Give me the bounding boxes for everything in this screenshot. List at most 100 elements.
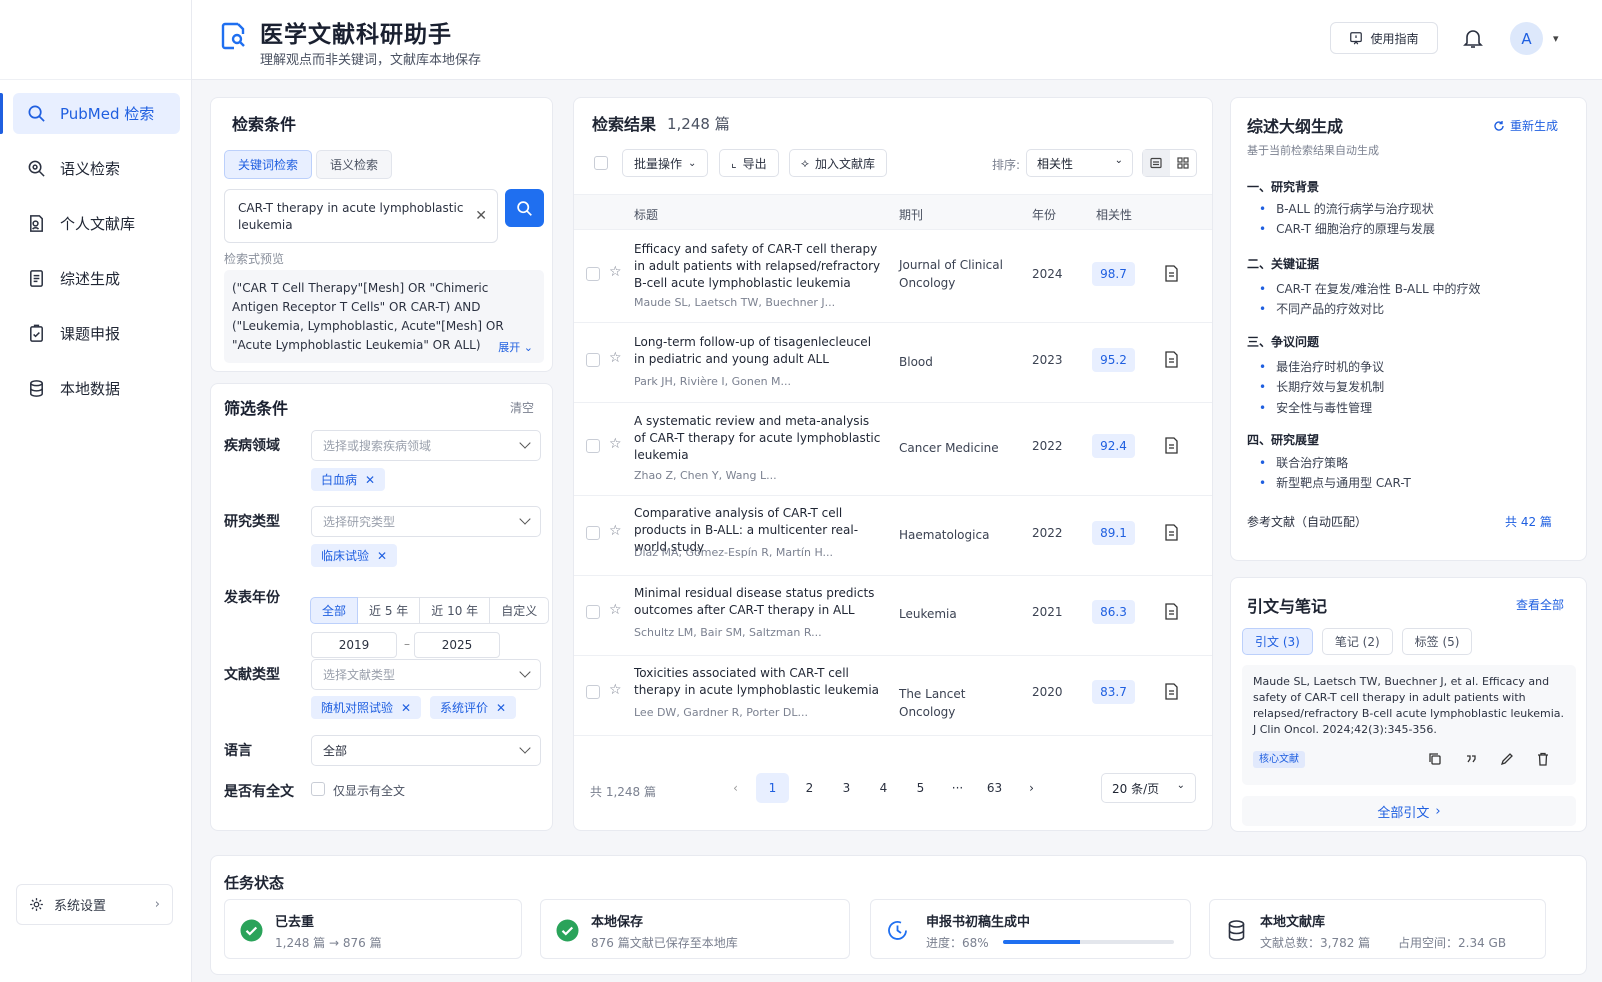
header: 医学文献科研助手 理解观点而非关键词，文献库本地保存 使用指南 A ▾ bbox=[192, 0, 1602, 80]
page-button[interactable]: 2 bbox=[793, 773, 826, 803]
query-preview: ("CAR T Cell Therapy"[Mesh] OR "Chimeric… bbox=[224, 270, 544, 363]
view-all-link[interactable]: 查看全部 bbox=[1516, 596, 1564, 613]
edit-icon[interactable] bbox=[1500, 752, 1514, 766]
tab-semantic-search[interactable]: 语义检索 bbox=[316, 150, 393, 179]
row-checkbox[interactable] bbox=[586, 605, 600, 619]
document-icon[interactable] bbox=[1164, 603, 1179, 620]
page-button[interactable]: 3 bbox=[830, 773, 863, 803]
outline-section: 四、研究展望 bbox=[1247, 433, 1320, 447]
tab-keyword-search[interactable]: 关键词检索 bbox=[224, 150, 313, 179]
page-button[interactable]: 1 bbox=[756, 773, 789, 803]
table-row[interactable]: ☆ A systematic review and meta-analysis … bbox=[574, 403, 1212, 496]
prev-page-icon[interactable]: ‹ bbox=[719, 773, 752, 803]
sidebar-item-semantic-search[interactable]: 语义检索 bbox=[13, 148, 180, 189]
avatar[interactable]: A bbox=[1510, 22, 1543, 55]
year-option-10[interactable]: 近 10 年 bbox=[419, 597, 491, 624]
row-checkbox[interactable] bbox=[586, 526, 600, 540]
sidebar-item-pubmed-search[interactable]: PubMed 检索 bbox=[0, 93, 180, 134]
sidebar-item-local-data[interactable]: 本地数据 bbox=[13, 368, 180, 409]
chevron-down-icon[interactable]: ▾ bbox=[1553, 32, 1559, 45]
settings-button[interactable]: 系统设置 › bbox=[16, 884, 173, 925]
star-icon[interactable]: ☆ bbox=[609, 436, 622, 452]
add-to-library-button[interactable]: ⟡ 加入文献库 bbox=[789, 149, 887, 177]
year-label: 发表年份 bbox=[224, 590, 280, 606]
close-icon[interactable]: ✕ bbox=[365, 473, 375, 487]
star-icon[interactable]: ☆ bbox=[609, 350, 622, 366]
row-title[interactable]: Efficacy and safety of CAR-T cell therap… bbox=[634, 241, 884, 292]
export-button[interactable]: ⌞ 导出 bbox=[719, 149, 779, 177]
close-icon[interactable]: ✕ bbox=[496, 701, 506, 715]
quote-icon[interactable] bbox=[1464, 752, 1478, 766]
clear-filters-link[interactable]: 清空 bbox=[510, 399, 534, 416]
year-to-input[interactable]: 2025 bbox=[414, 632, 500, 658]
all-citations-button[interactable]: 全部引文 › bbox=[1242, 796, 1576, 826]
document-icon[interactable] bbox=[1164, 437, 1179, 454]
row-title[interactable]: Toxicities associated with CAR-T cell th… bbox=[634, 665, 884, 699]
per-page-select[interactable]: 20 条/页 ⌄ bbox=[1101, 773, 1196, 803]
year-option-5[interactable]: 近 5 年 bbox=[357, 597, 421, 624]
page-button[interactable]: 5 bbox=[904, 773, 937, 803]
list-view-icon[interactable] bbox=[1143, 150, 1170, 176]
regenerate-button[interactable]: 重新生成 bbox=[1493, 117, 1558, 134]
row-checkbox[interactable] bbox=[586, 267, 600, 281]
document-icon[interactable] bbox=[1164, 351, 1179, 368]
page-button[interactable]: 4 bbox=[867, 773, 900, 803]
study-type-select[interactable]: 选择研究类型 bbox=[311, 506, 541, 537]
search-input[interactable]: CAR-T therapy in acute lymphoblastic leu… bbox=[224, 189, 498, 243]
document-icon[interactable] bbox=[1164, 524, 1179, 541]
select-all-checkbox[interactable] bbox=[594, 156, 608, 170]
task-detail: 1,248 篇 → 876 篇 bbox=[275, 936, 382, 950]
task-extra: 占用空间：2.34 GB bbox=[1398, 936, 1507, 950]
star-icon[interactable]: ☆ bbox=[609, 264, 622, 280]
sidebar-item-review[interactable]: 综述生成 bbox=[13, 258, 180, 299]
sort-select[interactable]: 相关性 ⌄ bbox=[1026, 149, 1133, 177]
next-page-icon[interactable]: › bbox=[1015, 773, 1048, 803]
tab-citations[interactable]: 引文 (3) bbox=[1242, 628, 1313, 655]
batch-actions-button[interactable]: 批量操作 ⌄ bbox=[622, 149, 709, 177]
expand-link[interactable]: 展开 ⌄ bbox=[498, 338, 533, 357]
document-icon[interactable] bbox=[1164, 683, 1179, 700]
guide-button[interactable]: 使用指南 bbox=[1330, 22, 1438, 54]
sidebar-item-project[interactable]: 课题申报 bbox=[13, 313, 180, 354]
doc-type-select[interactable]: 选择文献类型 bbox=[311, 659, 541, 690]
row-checkbox[interactable] bbox=[586, 353, 600, 367]
table-row[interactable]: ☆ Comparative analysis of CAR-T cell pro… bbox=[574, 496, 1212, 576]
star-icon[interactable]: ☆ bbox=[609, 523, 622, 539]
close-icon[interactable]: ✕ bbox=[401, 701, 411, 715]
year-option-custom[interactable]: 自定义 bbox=[489, 597, 550, 624]
copy-icon[interactable] bbox=[1428, 752, 1442, 766]
row-journal: Cancer Medicine bbox=[899, 441, 999, 455]
row-checkbox[interactable] bbox=[586, 685, 600, 699]
table-row[interactable]: ☆ Toxicities associated with CAR-T cell … bbox=[574, 656, 1212, 736]
tab-tags[interactable]: 标签 (5) bbox=[1401, 628, 1473, 655]
grid-view-icon[interactable] bbox=[1170, 150, 1197, 176]
row-authors: Schultz LM, Bair SM, Saltzman R... bbox=[634, 626, 822, 639]
table-row[interactable]: ☆ Efficacy and safety of CAR-T cell ther… bbox=[574, 230, 1212, 323]
year-option-all[interactable]: 全部 bbox=[310, 597, 359, 624]
row-title[interactable]: Long-term follow-up of tisagenlecleucel … bbox=[634, 334, 884, 368]
tab-notes[interactable]: 笔记 (2) bbox=[1321, 628, 1393, 655]
page-button[interactable]: 63 bbox=[978, 773, 1011, 803]
close-icon[interactable]: ✕ bbox=[377, 549, 387, 563]
star-icon[interactable]: ☆ bbox=[609, 602, 622, 618]
table-row[interactable]: ☆ Minimal residual disease status predic… bbox=[574, 576, 1212, 656]
row-title[interactable]: Minimal residual disease status predicts… bbox=[634, 585, 884, 619]
trash-icon[interactable] bbox=[1536, 752, 1550, 766]
task-detail: 876 篇文献已保存至本地库 bbox=[591, 936, 738, 950]
table-row[interactable]: ☆ Long-term follow-up of tisagenlecleuce… bbox=[574, 323, 1212, 403]
clear-icon[interactable]: ✕ bbox=[475, 208, 487, 225]
search-button[interactable] bbox=[505, 189, 544, 227]
references-count-link[interactable]: 共 42 篇 bbox=[1505, 513, 1552, 530]
fulltext-checkbox[interactable] bbox=[311, 782, 325, 796]
year-from-input[interactable]: 2019 bbox=[311, 632, 397, 658]
bell-icon[interactable] bbox=[1462, 27, 1484, 49]
sidebar-item-library[interactable]: 个人文献库 bbox=[13, 203, 180, 244]
document-icon[interactable] bbox=[1164, 265, 1179, 282]
row-title[interactable]: A systematic review and meta-analysis of… bbox=[634, 413, 884, 464]
star-icon[interactable]: ☆ bbox=[609, 682, 622, 698]
row-year: 2024 bbox=[1032, 267, 1063, 281]
add-library-icon: ⟡ bbox=[801, 155, 809, 170]
row-checkbox[interactable] bbox=[586, 439, 600, 453]
disease-select[interactable]: 选择或搜索疾病领域 bbox=[311, 430, 541, 461]
language-select[interactable]: 全部 bbox=[311, 735, 541, 766]
